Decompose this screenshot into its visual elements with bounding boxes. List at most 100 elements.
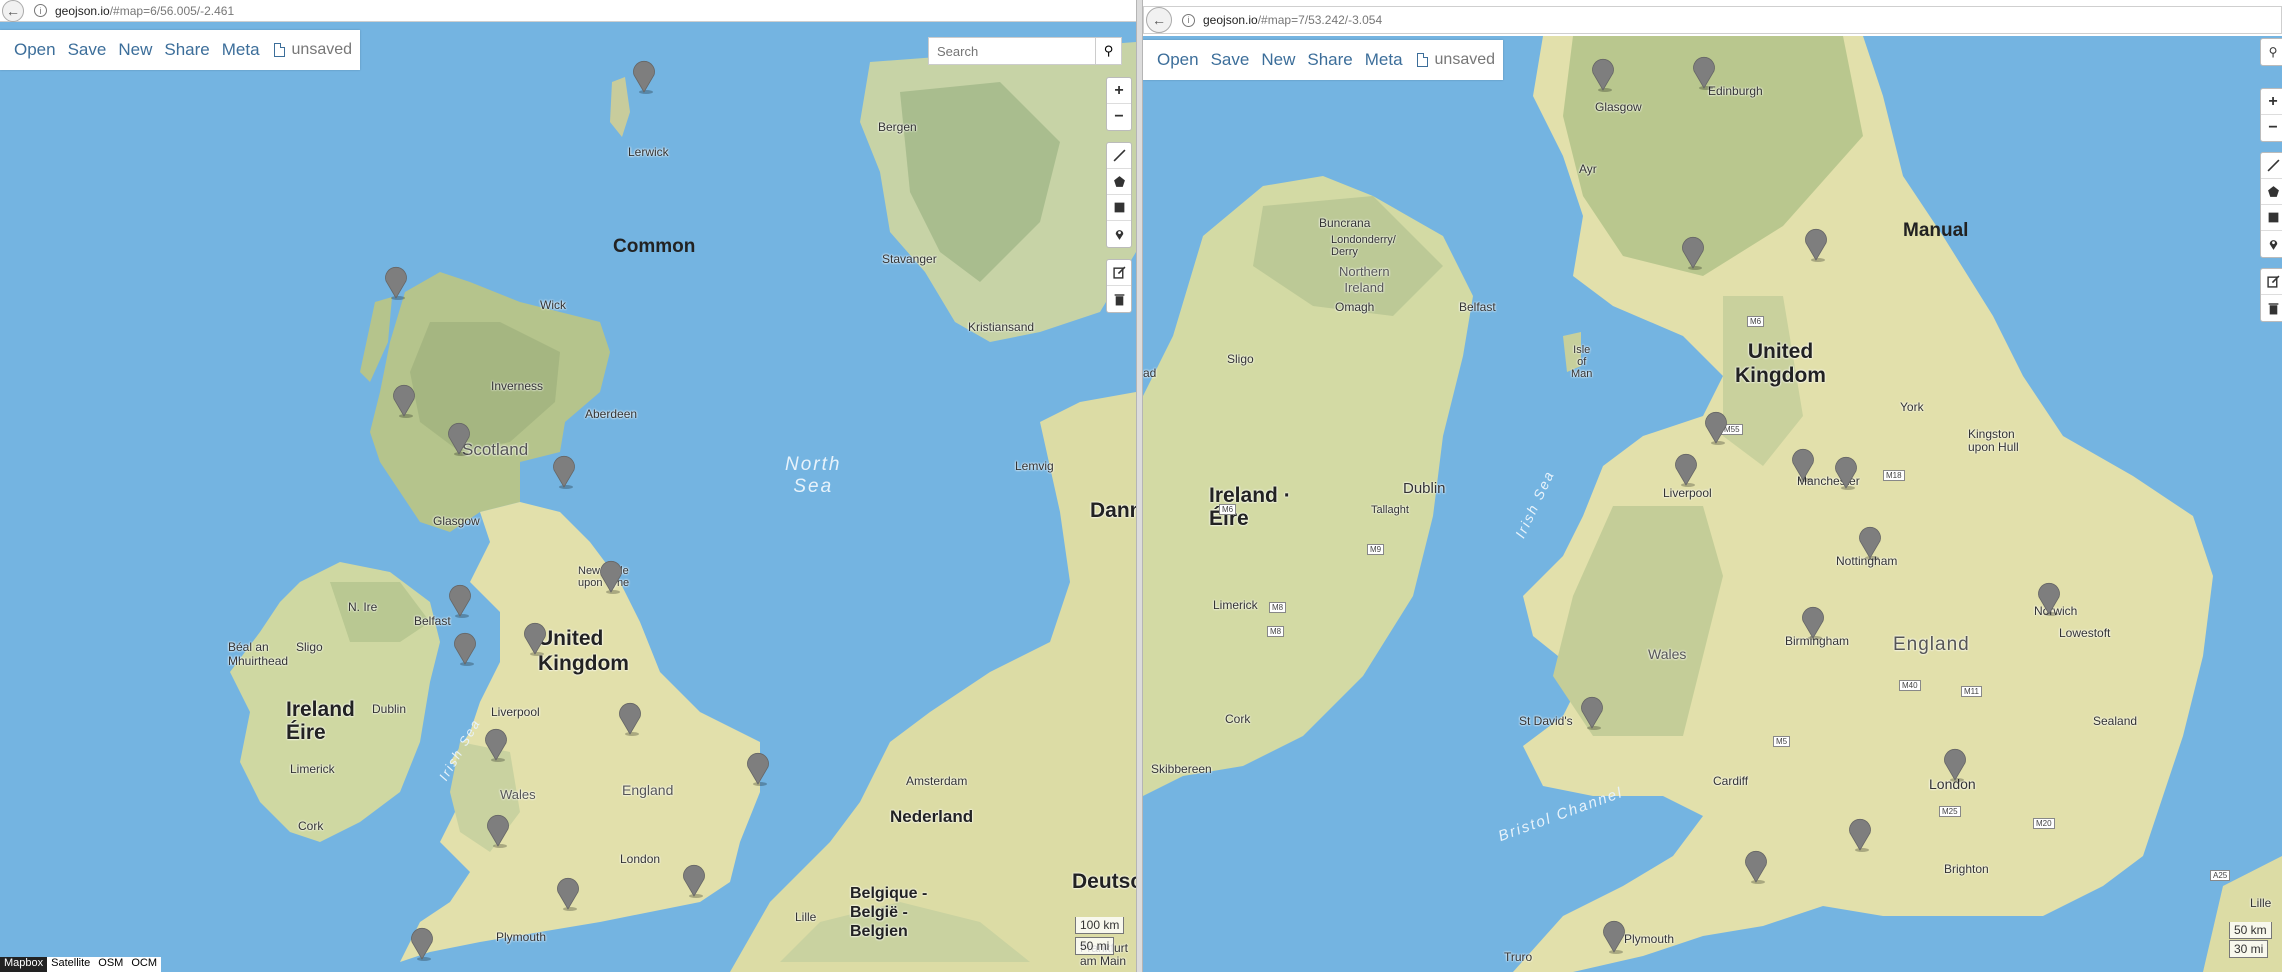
meta-button[interactable]: Meta — [1365, 50, 1403, 70]
save-button[interactable]: Save — [1211, 50, 1250, 70]
map-pin-icon[interactable] — [447, 582, 473, 618]
map-pin-icon[interactable] — [617, 700, 643, 736]
map-pin-icon[interactable] — [391, 382, 417, 418]
map-pin-icon[interactable] — [1800, 604, 1826, 640]
info-icon[interactable]: i — [34, 4, 47, 17]
window-divider — [1136, 0, 1143, 972]
map-pin-icon[interactable] — [383, 264, 409, 300]
url-text[interactable]: geojson.io/#map=6/56.005/-2.461 — [55, 4, 234, 18]
share-button[interactable]: Share — [164, 40, 209, 60]
place-lemvig: Lemvig — [1015, 459, 1054, 473]
map-pin-icon[interactable] — [2036, 580, 2062, 616]
map-pin-icon[interactable] — [409, 925, 435, 961]
search-icon[interactable]: ⚲ — [1095, 38, 1121, 64]
zoom-out-button[interactable]: − — [2261, 115, 2282, 141]
layer-ocm[interactable]: OCM — [127, 957, 161, 972]
road-label: M9 — [1367, 544, 1385, 555]
delete-layers-icon[interactable] — [1107, 286, 1131, 312]
map-pin-icon[interactable] — [452, 630, 478, 666]
zoom-in-button[interactable]: + — [1107, 78, 1131, 104]
draw-rectangle-icon[interactable] — [1107, 195, 1131, 221]
place-north-sea: North Sea — [785, 454, 842, 497]
overlay-label: Manual — [1903, 220, 1969, 241]
place-liverpool: Liverpool — [1663, 486, 1712, 500]
place-plymouth: Plymouth — [1624, 932, 1675, 946]
meta-button[interactable]: Meta — [222, 40, 260, 60]
edit-layers-icon[interactable] — [2261, 269, 2282, 295]
place-truro: Truro — [1504, 950, 1533, 964]
map-pin-icon[interactable] — [1590, 56, 1616, 92]
map-pin-icon[interactable] — [631, 58, 657, 94]
map-canvas[interactable]: Open Save New Share Meta unsaved ⚲ + − C… — [0, 22, 1136, 972]
map-pin-icon[interactable] — [446, 420, 472, 456]
place-brighton: Brighton — [1944, 862, 1989, 876]
map-pin-icon[interactable] — [681, 862, 707, 898]
layer-osm[interactable]: OSM — [94, 957, 127, 972]
map-pin-icon[interactable] — [598, 558, 624, 594]
map-pin-icon[interactable] — [1703, 409, 1729, 445]
draw-polygon-icon[interactable] — [2261, 179, 2282, 205]
address-bar[interactable]: ← i geojson.io/#map=6/56.005/-2.461 — [0, 0, 1136, 22]
map-pin-icon[interactable] — [551, 453, 577, 489]
address-bar[interactable]: ← i geojson.io/#map=7/53.242/-3.054 — [1143, 6, 2282, 34]
info-icon[interactable]: i — [1182, 13, 1195, 27]
map-canvas[interactable]: Open Save New Share Meta unsaved ⚲ + − M… — [1143, 36, 2282, 972]
map-pin-icon[interactable] — [1601, 918, 1627, 954]
draw-line-icon[interactable] — [2261, 153, 2282, 179]
layer-switcher: Mapbox Satellite OSM OCM — [0, 957, 162, 972]
map-land-layer — [230, 42, 1136, 972]
save-button[interactable]: Save — [68, 40, 107, 60]
draw-marker-icon[interactable] — [1107, 221, 1131, 247]
open-button[interactable]: Open — [14, 40, 56, 60]
map-pin-icon[interactable] — [555, 875, 581, 911]
layer-mapbox[interactable]: Mapbox — [0, 957, 48, 972]
url-path: /#map=7/53.242/-3.054 — [1257, 13, 1383, 27]
place-aberdeen: Aberdeen — [585, 407, 638, 421]
map-pin-icon[interactable] — [483, 726, 509, 762]
new-button[interactable]: New — [118, 40, 152, 60]
map-pin-icon[interactable] — [485, 812, 511, 848]
road-label: M8 — [1267, 626, 1285, 637]
open-button[interactable]: Open — [1157, 50, 1199, 70]
map-pin-icon[interactable] — [1833, 454, 1859, 490]
draw-line-icon[interactable] — [1107, 143, 1131, 169]
map-pin-icon[interactable] — [1579, 694, 1605, 730]
map-pin-icon[interactable] — [1803, 226, 1829, 262]
map-pin-icon[interactable] — [1743, 848, 1769, 884]
place-dublin: Dublin — [372, 702, 407, 716]
map-pin-icon[interactable] — [1942, 746, 1968, 782]
map-pin-icon[interactable] — [1790, 446, 1816, 482]
back-arrow-icon[interactable]: ← — [1146, 7, 1172, 33]
map-pin-icon[interactable] — [745, 750, 771, 786]
map-pin-icon[interactable] — [1691, 54, 1717, 90]
search-icon[interactable]: ⚲ — [2261, 39, 2282, 65]
status-label: unsaved — [291, 41, 353, 58]
edit-layers-icon[interactable] — [1107, 260, 1131, 286]
delete-layers-icon[interactable] — [2261, 295, 2282, 321]
map-pin-icon[interactable] — [1857, 524, 1883, 560]
draw-polygon-icon[interactable] — [1107, 169, 1131, 195]
layer-satellite[interactable]: Satellite — [47, 957, 94, 972]
zoom-out-button[interactable]: − — [1107, 104, 1131, 130]
place-ireland: Ireland Éire — [286, 698, 355, 744]
share-button[interactable]: Share — [1307, 50, 1352, 70]
place-liverpool: Liverpool — [491, 705, 540, 719]
draw-rectangle-icon[interactable] — [2261, 205, 2282, 231]
back-arrow-icon[interactable]: ← — [2, 0, 24, 22]
place-uk: United Kingdom — [538, 627, 629, 675]
search-input[interactable] — [929, 38, 1095, 64]
document-icon — [273, 42, 286, 57]
place-buncrana: Buncrana — [1319, 216, 1371, 230]
search-box: ⚲ — [928, 37, 1122, 65]
draw-marker-icon[interactable] — [2261, 231, 2282, 257]
url-text[interactable]: geojson.io/#map=7/53.242/-3.054 — [1203, 13, 1382, 27]
zoom-in-button[interactable]: + — [2261, 89, 2282, 115]
map-pin-icon[interactable] — [1847, 816, 1873, 852]
place-sealand: Sealand — [2093, 714, 2138, 728]
map-pin-icon[interactable] — [1680, 234, 1706, 270]
map-pin-icon[interactable] — [522, 620, 548, 656]
overlay-label: Common — [613, 236, 696, 257]
new-button[interactable]: New — [1261, 50, 1295, 70]
map-pin-icon[interactable] — [1673, 451, 1699, 487]
place-lerwick: Lerwick — [628, 145, 669, 159]
